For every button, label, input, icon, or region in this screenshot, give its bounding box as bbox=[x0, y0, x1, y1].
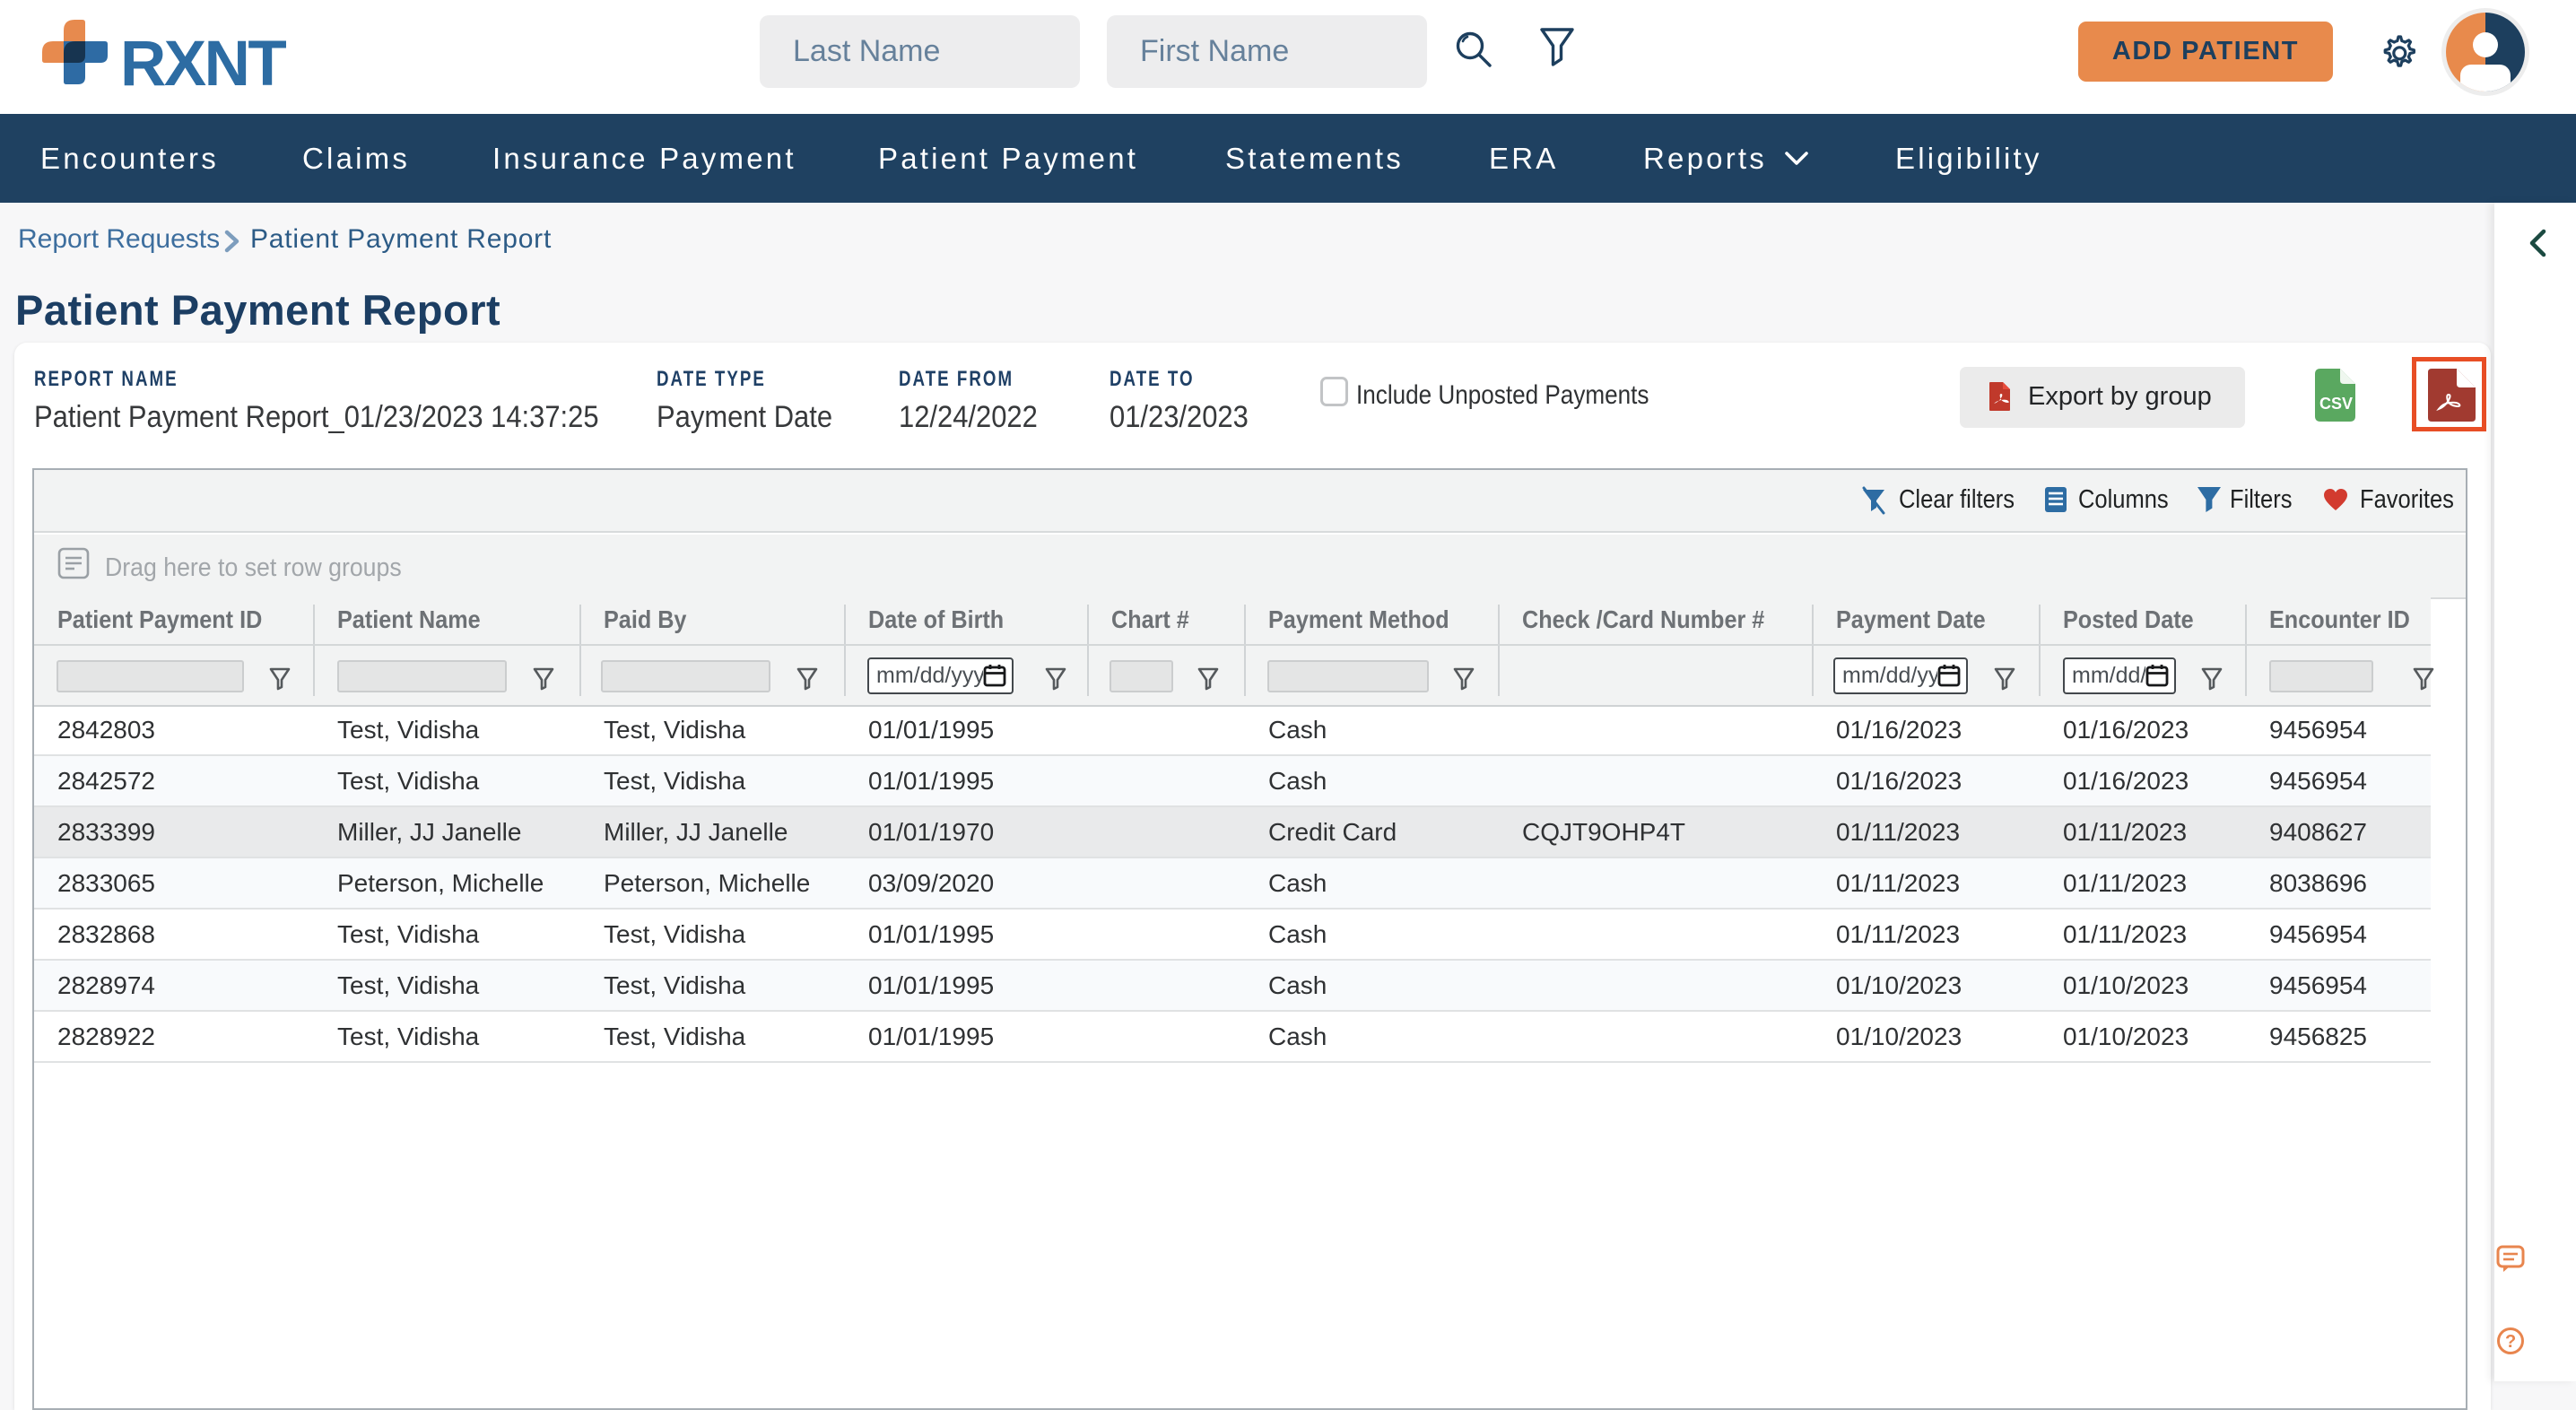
svg-text:CSV: CSV bbox=[2319, 395, 2353, 413]
svg-text:?: ? bbox=[2505, 1332, 2516, 1352]
